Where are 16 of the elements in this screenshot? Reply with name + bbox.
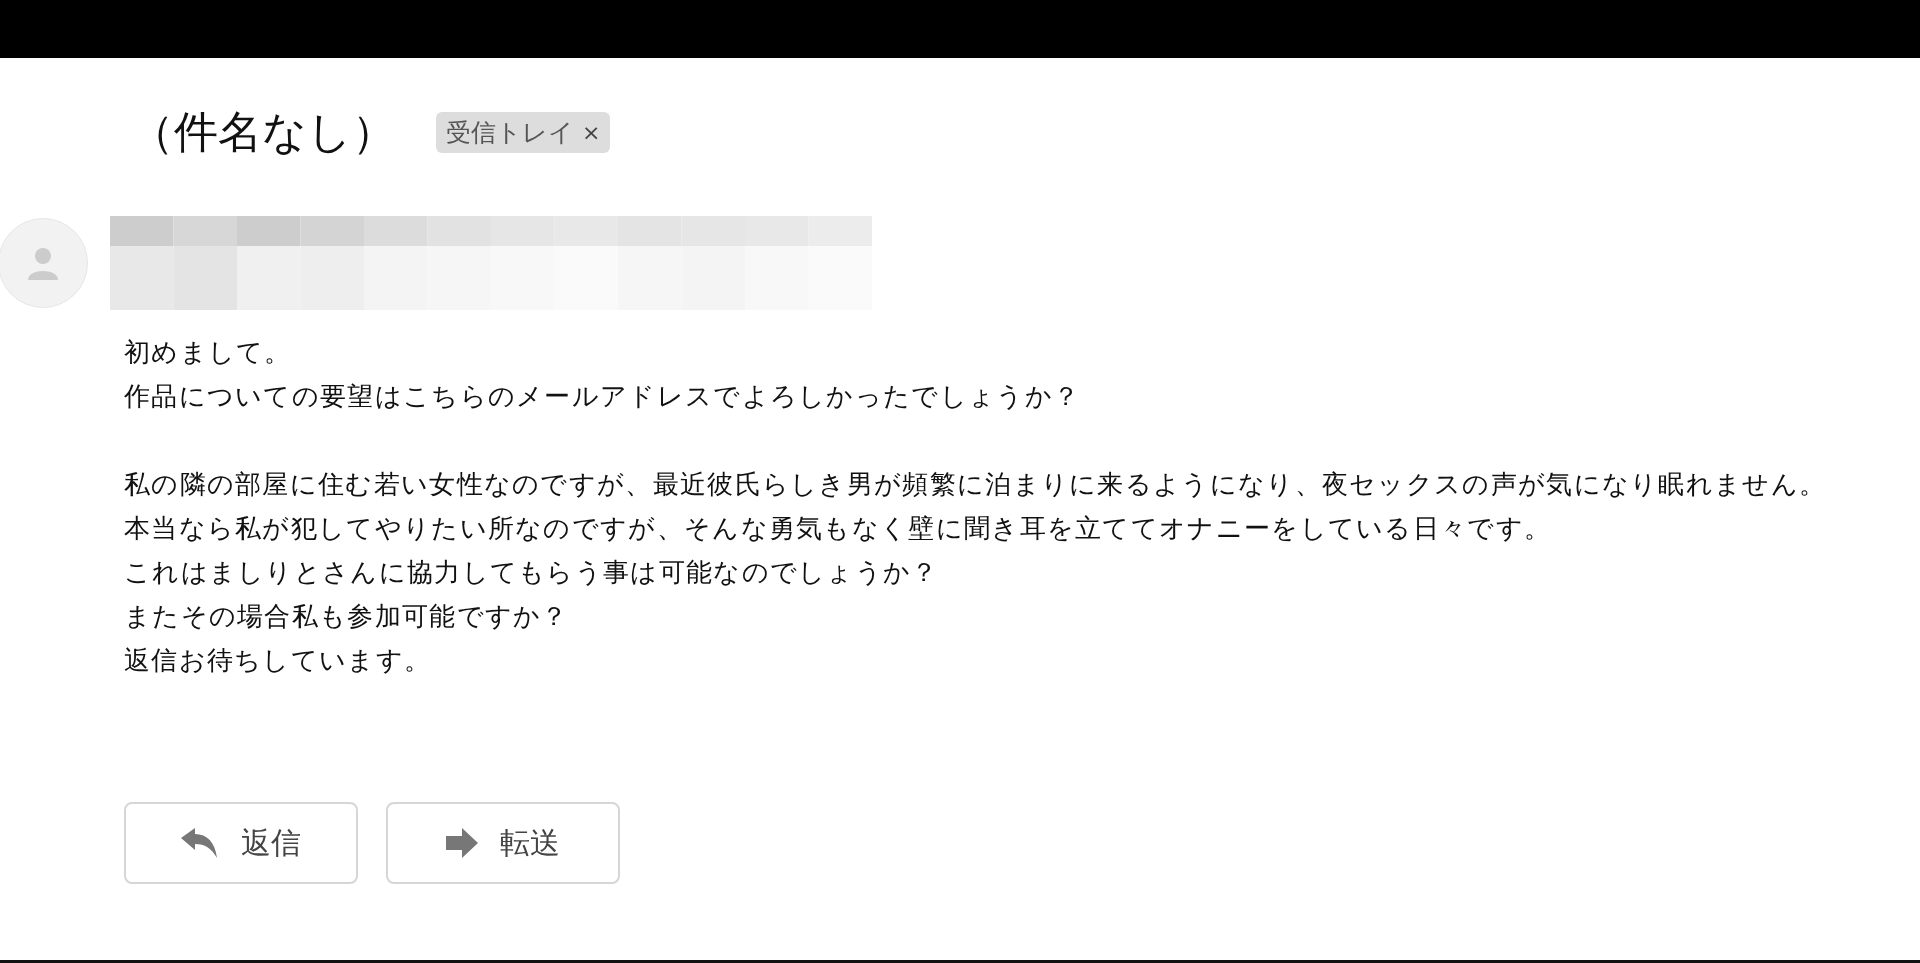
reply-button[interactable]: 返信 <box>124 802 358 884</box>
close-icon[interactable]: × <box>582 119 601 145</box>
message-line: これはましりとさんに協力してもらう事は可能なのでしょうか？ <box>124 556 940 589</box>
message-line: 作品についての要望はこちらのメールアドレスでよろしかったでしょうか？ <box>124 380 1082 413</box>
email-subject: （件名なし） <box>130 104 396 159</box>
message-line: 初めまして。 <box>124 336 293 369</box>
message-line: またその場合私も参加可能ですか？ <box>124 600 570 633</box>
reply-icon <box>181 828 219 858</box>
message-line: 返信お待ちしています。 <box>124 644 433 677</box>
forward-button[interactable]: 転送 <box>386 802 620 884</box>
person-icon <box>26 246 60 280</box>
message-line: 本当なら私が犯してやりたい所なのですが、そんな勇気もなく壁に聞き耳を立ててオナニーをしている日々です。 <box>124 512 1553 545</box>
label-text: 受信トレイ <box>446 116 574 149</box>
inbox-label[interactable]: 受信トレイ × <box>436 111 611 153</box>
arrow-right-icon <box>446 828 478 858</box>
message-line: 私の隣の部屋に住む若い女性なのですが、最近彼氏らしき男が頻繁に泊まりに来るようになり、夜セックスの声が気になり眠れません。 <box>124 468 1828 501</box>
